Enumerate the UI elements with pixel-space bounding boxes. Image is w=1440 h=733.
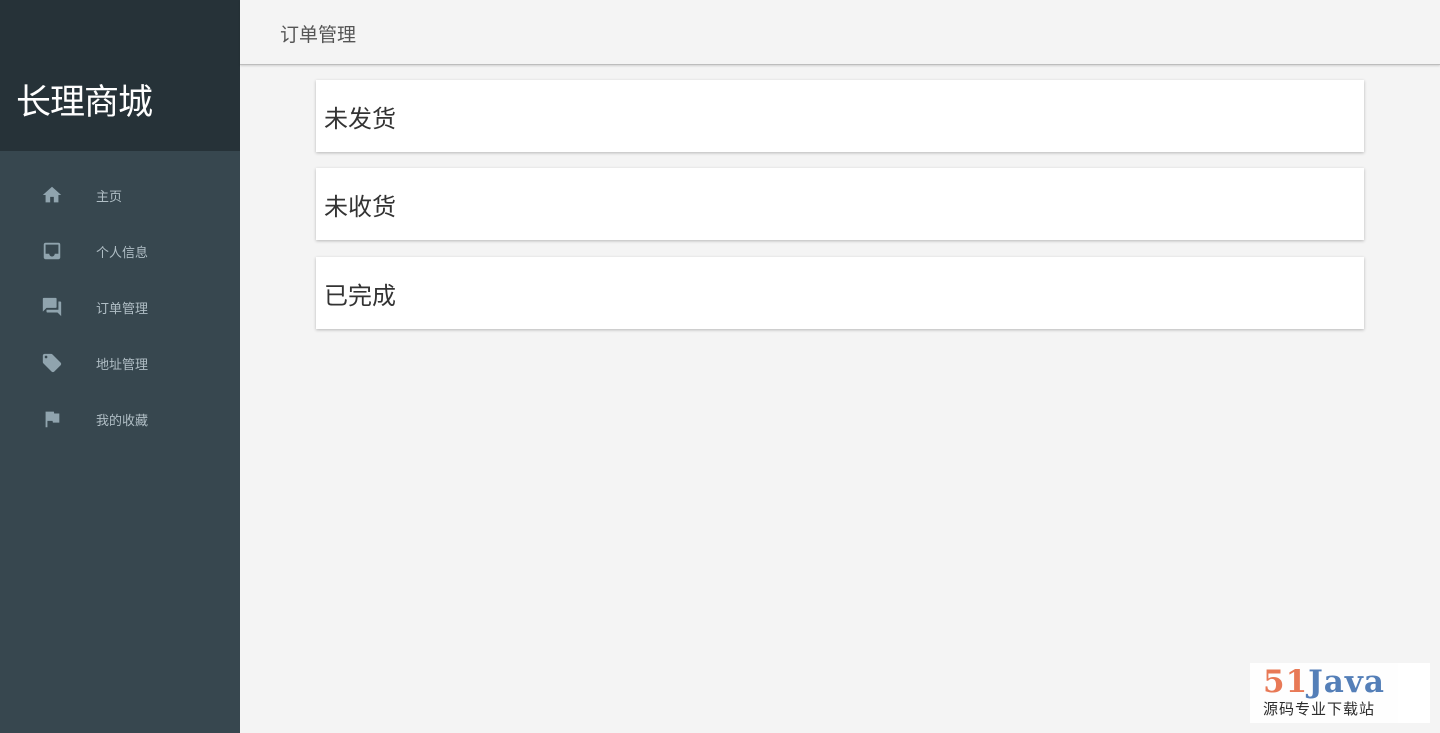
sidebar-item-label: 我的收藏 xyxy=(96,413,149,429)
watermark-word: Java xyxy=(1308,664,1385,700)
sidebar-nav: 主页 个人信息 订单管理 地址管理 我的收藏 xyxy=(0,151,240,447)
page-title: 订单管理 xyxy=(280,24,357,46)
card-unreceived[interactable]: 未收货 xyxy=(316,168,1364,240)
sidebar-item-profile[interactable]: 个人信息 xyxy=(0,223,240,279)
sidebar-item-label: 个人信息 xyxy=(96,245,149,261)
sidebar-item-label: 主页 xyxy=(96,189,123,205)
sidebar-item-address[interactable]: 地址管理 xyxy=(0,335,240,391)
sidebar-item-orders[interactable]: 订单管理 xyxy=(0,279,240,335)
card-completed[interactable]: 已完成 xyxy=(316,257,1364,329)
watermark-subtitle: 源码专业下载站 xyxy=(1263,700,1376,718)
flag-icon xyxy=(40,407,64,431)
sidebar-item-favorites[interactable]: 我的收藏 xyxy=(0,391,240,447)
watermark-logo: 51Java 源码专业下载站 xyxy=(1250,663,1430,723)
brand-title: 长理商城 xyxy=(0,0,240,151)
inbox-icon xyxy=(40,239,64,263)
tag-icon xyxy=(40,351,64,375)
order-status-list: 未发货 未收货 已完成 xyxy=(316,80,1364,345)
top-bar: 订单管理 xyxy=(240,0,1440,65)
card-unshipped[interactable]: 未发货 xyxy=(316,80,1364,152)
watermark-number: 51 xyxy=(1263,664,1309,700)
sidebar: 长理商城 主页 个人信息 订单管理 地址管理 我的收藏 xyxy=(0,0,240,733)
sidebar-item-label: 地址管理 xyxy=(96,357,149,373)
sidebar-item-home[interactable]: 主页 xyxy=(0,167,240,223)
watermark-logo-text: 51Java xyxy=(1263,665,1430,699)
home-icon xyxy=(40,183,64,207)
forum-icon xyxy=(40,295,64,319)
sidebar-item-label: 订单管理 xyxy=(96,301,149,317)
